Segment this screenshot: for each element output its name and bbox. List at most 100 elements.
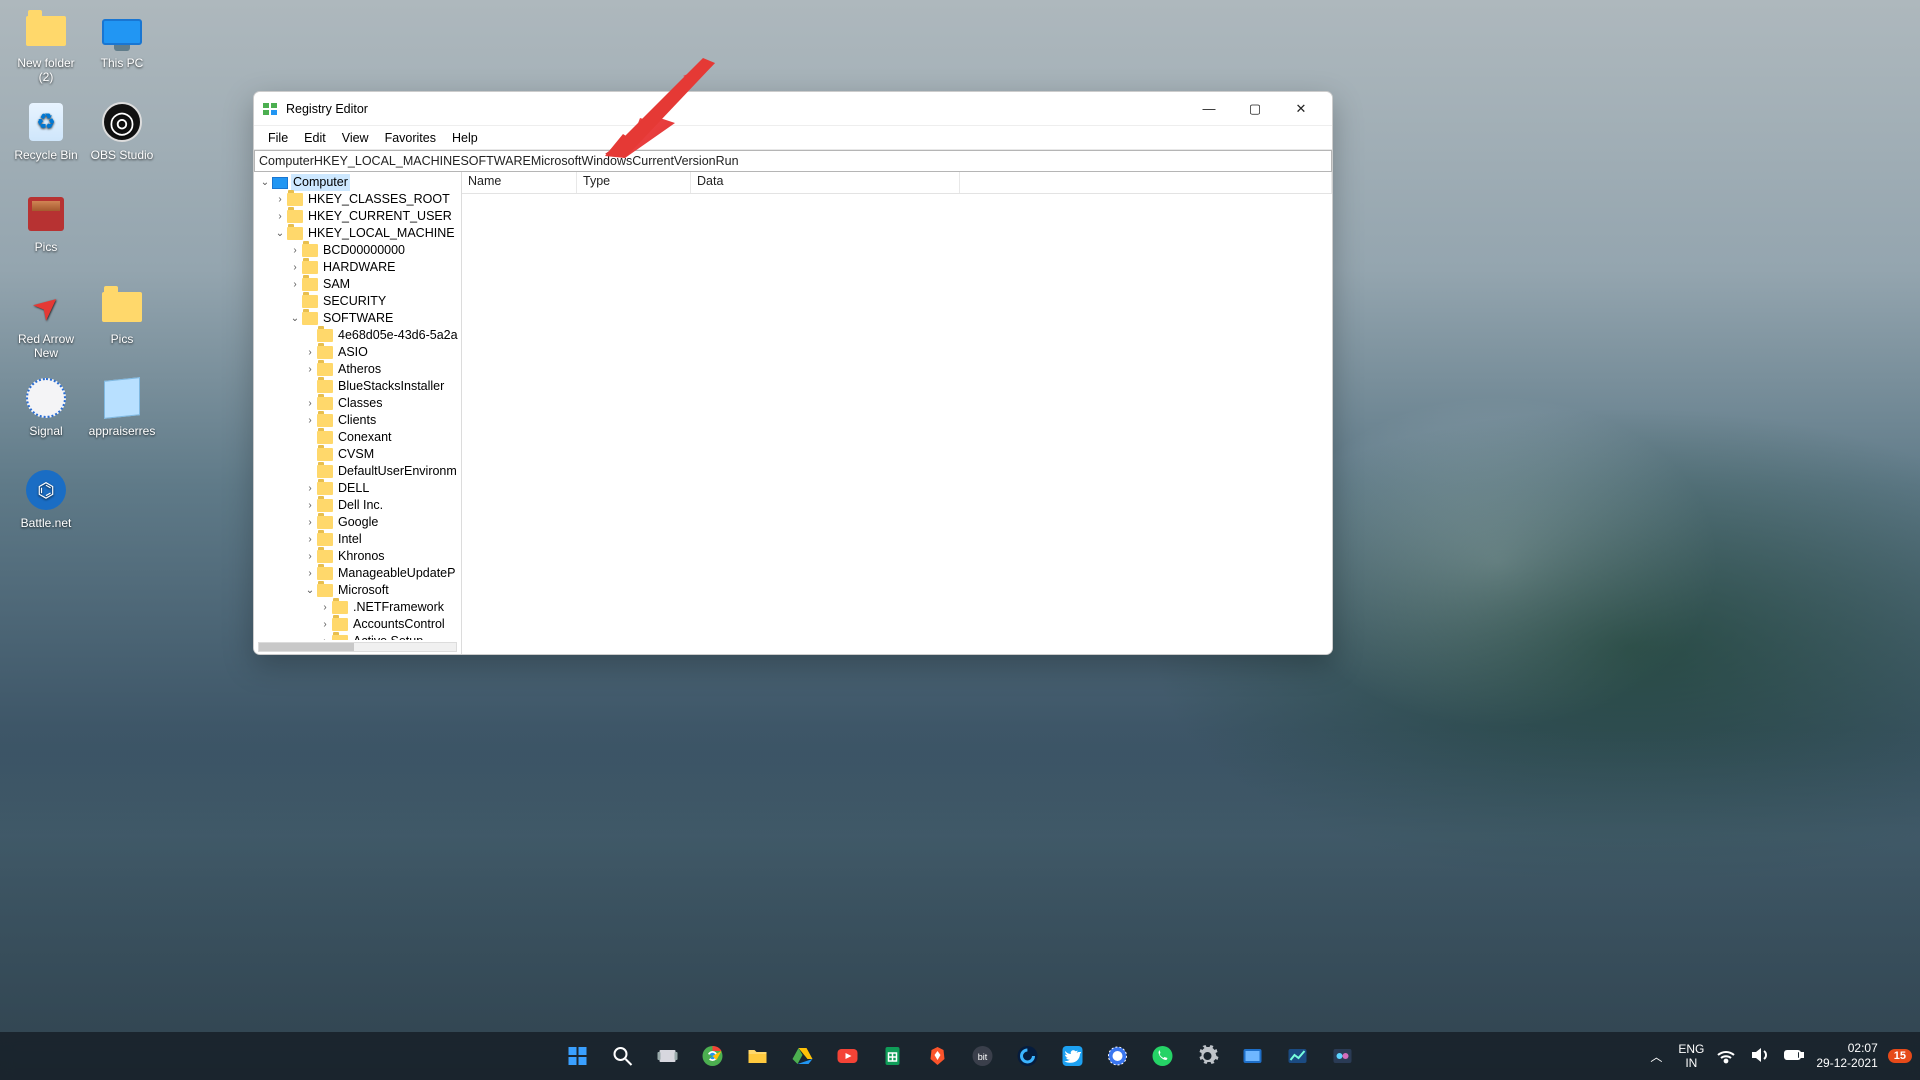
tree-node[interactable]: ›HKEY_CURRENT_USER bbox=[254, 208, 461, 225]
scrollbar-thumb[interactable] bbox=[259, 643, 354, 651]
tree-node[interactable]: CVSM bbox=[254, 446, 461, 463]
chevron-right-icon[interactable]: › bbox=[303, 565, 317, 582]
chevron-right-icon[interactable]: › bbox=[303, 361, 317, 378]
tree-node[interactable]: ›SAM bbox=[254, 276, 461, 293]
chevron-right-icon[interactable]: › bbox=[288, 276, 302, 293]
volume-icon[interactable] bbox=[1748, 1043, 1772, 1070]
chevron-right-icon[interactable]: › bbox=[288, 242, 302, 259]
close-button[interactable]: ✕ bbox=[1278, 94, 1324, 124]
tree-node[interactable]: 4e68d05e-43d6-5a2a bbox=[254, 327, 461, 344]
tree-node[interactable]: ⌄HKEY_LOCAL_MACHINE bbox=[254, 225, 461, 242]
taskbar-sheets[interactable] bbox=[874, 1037, 912, 1075]
desktop-icon-red-arrow-new[interactable]: ➤Red Arrow New bbox=[10, 284, 82, 360]
chevron-right-icon[interactable]: › bbox=[273, 208, 287, 225]
menu-favorites[interactable]: Favorites bbox=[377, 129, 444, 147]
chevron-right-icon[interactable]: › bbox=[303, 548, 317, 565]
menu-edit[interactable]: Edit bbox=[296, 129, 334, 147]
taskbar-whatsapp[interactable] bbox=[1144, 1037, 1182, 1075]
taskbar-task-view-button[interactable] bbox=[649, 1037, 687, 1075]
chevron-down-icon[interactable]: ⌄ bbox=[258, 174, 272, 191]
menu-file[interactable]: File bbox=[260, 129, 296, 147]
tree-node[interactable]: ›Active Setup bbox=[254, 633, 461, 640]
maximize-button[interactable]: ▢ bbox=[1232, 94, 1278, 124]
taskbar-stocks[interactable] bbox=[1279, 1037, 1317, 1075]
taskbar-crunchyroll[interactable] bbox=[1009, 1037, 1047, 1075]
tree-node[interactable]: ›HARDWARE bbox=[254, 259, 461, 276]
column-name[interactable]: Name bbox=[462, 172, 577, 193]
chevron-right-icon[interactable]: › bbox=[303, 531, 317, 548]
desktop-icon-pics-folder[interactable]: Pics bbox=[86, 284, 158, 346]
registry-tree[interactable]: ⌄Computer›HKEY_CLASSES_ROOT›HKEY_CURRENT… bbox=[254, 172, 461, 640]
chevron-right-icon[interactable]: › bbox=[288, 259, 302, 276]
tree-node[interactable]: Conexant bbox=[254, 429, 461, 446]
taskbar-signal[interactable] bbox=[1099, 1037, 1137, 1075]
tree-node[interactable]: ›ASIO bbox=[254, 344, 461, 361]
tree-node[interactable]: SECURITY bbox=[254, 293, 461, 310]
chevron-right-icon[interactable]: › bbox=[303, 344, 317, 361]
taskbar-settings[interactable] bbox=[1189, 1037, 1227, 1075]
taskbar-start-button[interactable] bbox=[559, 1037, 597, 1075]
tree-node[interactable]: ›Atheros bbox=[254, 361, 461, 378]
chevron-right-icon[interactable]: › bbox=[303, 497, 317, 514]
tree-node[interactable]: ›HKEY_CLASSES_ROOT bbox=[254, 191, 461, 208]
menu-view[interactable]: View bbox=[334, 129, 377, 147]
clock[interactable]: 02:07 29-12-2021 bbox=[1816, 1041, 1877, 1071]
chevron-right-icon[interactable]: › bbox=[273, 191, 287, 208]
chevron-right-icon[interactable]: › bbox=[318, 616, 332, 633]
tree-node[interactable]: ›Khronos bbox=[254, 548, 461, 565]
chevron-right-icon[interactable]: › bbox=[303, 480, 317, 497]
column-type[interactable]: Type bbox=[577, 172, 691, 193]
taskbar-search-button[interactable] bbox=[604, 1037, 642, 1075]
chevron-down-icon[interactable]: ⌄ bbox=[303, 582, 317, 599]
tree-node[interactable]: ⌄Microsoft bbox=[254, 582, 461, 599]
desktop-icon-new-folder-2[interactable]: New folder (2) bbox=[10, 8, 82, 84]
tree-node[interactable]: ›Google bbox=[254, 514, 461, 531]
chevron-right-icon[interactable]: › bbox=[318, 599, 332, 616]
battery-icon[interactable] bbox=[1782, 1043, 1806, 1070]
tree-node[interactable]: ›BCD00000000 bbox=[254, 242, 461, 259]
desktop-icon-obs-studio[interactable]: ◎OBS Studio bbox=[86, 100, 158, 162]
minimize-button[interactable]: ― bbox=[1186, 94, 1232, 124]
chevron-right-icon[interactable]: › bbox=[303, 514, 317, 531]
tree-node[interactable]: ›Clients bbox=[254, 412, 461, 429]
chevron-right-icon[interactable]: › bbox=[303, 395, 317, 412]
tree-node[interactable]: ⌄SOFTWARE bbox=[254, 310, 461, 327]
taskbar-screenshot[interactable] bbox=[1234, 1037, 1272, 1075]
address-bar[interactable]: ComputerHKEY_LOCAL_MACHINESOFTWAREMicros… bbox=[254, 150, 1332, 172]
window-titlebar[interactable]: Registry Editor ― ▢ ✕ bbox=[254, 92, 1332, 126]
taskbar-youtube[interactable] bbox=[829, 1037, 867, 1075]
chevron-down-icon[interactable]: ⌄ bbox=[273, 225, 287, 242]
tree-node[interactable]: ›AccountsControl bbox=[254, 616, 461, 633]
taskbar-twitter[interactable] bbox=[1054, 1037, 1092, 1075]
desktop-icon-this-pc[interactable]: This PC bbox=[86, 8, 158, 70]
desktop-icon-appraiserres[interactable]: appraiserres bbox=[86, 376, 158, 438]
taskbar-lively[interactable] bbox=[1324, 1037, 1362, 1075]
tree-node[interactable]: ⌄Computer bbox=[254, 174, 461, 191]
tree-node[interactable]: ›.NETFramework bbox=[254, 599, 461, 616]
list-header[interactable]: Name Type Data bbox=[462, 172, 1332, 194]
tray-chevron-icon[interactable]: ︿ bbox=[1644, 1037, 1668, 1075]
wifi-icon[interactable] bbox=[1714, 1043, 1738, 1070]
tree-node[interactable]: BlueStacksInstaller bbox=[254, 378, 461, 395]
taskbar-chrome[interactable] bbox=[694, 1037, 732, 1075]
tree-horizontal-scrollbar[interactable] bbox=[258, 642, 457, 652]
tree-node[interactable]: DefaultUserEnvironm bbox=[254, 463, 461, 480]
taskbar-file-explorer[interactable] bbox=[739, 1037, 777, 1075]
tree-node[interactable]: ›Dell Inc. bbox=[254, 497, 461, 514]
taskbar-brave[interactable] bbox=[919, 1037, 957, 1075]
column-data[interactable]: Data bbox=[691, 172, 960, 193]
tree-node[interactable]: ›Classes bbox=[254, 395, 461, 412]
tree-node[interactable]: ›ManageableUpdateP bbox=[254, 565, 461, 582]
chevron-right-icon[interactable]: › bbox=[303, 412, 317, 429]
tree-node[interactable]: ›Intel bbox=[254, 531, 461, 548]
taskbar-google-drive[interactable] bbox=[784, 1037, 822, 1075]
desktop-icon-signal[interactable]: Signal bbox=[10, 376, 82, 438]
taskbar-bitwarden[interactable]: bit bbox=[964, 1037, 1002, 1075]
notification-badge[interactable]: 15 bbox=[1888, 1049, 1912, 1063]
desktop-icon-battle-net[interactable]: ⌬Battle.net bbox=[10, 468, 82, 530]
language-indicator[interactable]: ENG IN bbox=[1678, 1042, 1704, 1070]
desktop-icon-pics-rar[interactable]: Pics bbox=[10, 192, 82, 254]
desktop-icon-recycle-bin[interactable]: ♻Recycle Bin bbox=[10, 100, 82, 162]
chevron-right-icon[interactable]: › bbox=[318, 633, 332, 640]
menu-help[interactable]: Help bbox=[444, 129, 486, 147]
